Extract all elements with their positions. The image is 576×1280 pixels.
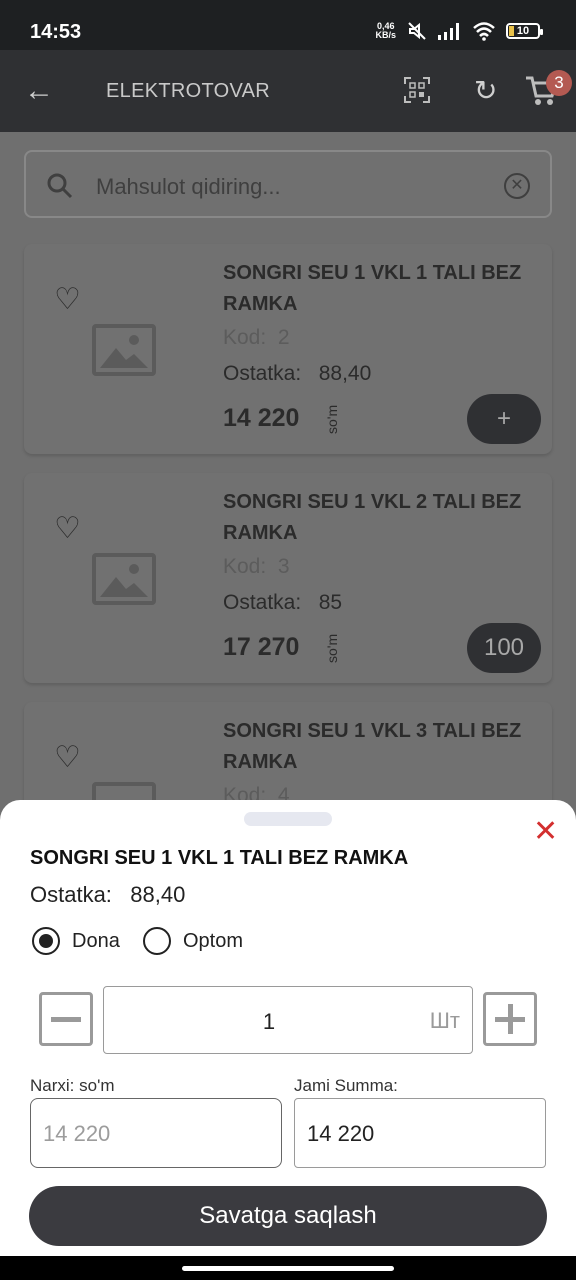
radio-optom-circle[interactable] (143, 927, 171, 955)
product-name: SONGRI SEU 1 VKL 3 TALI BEZ RAMKA (223, 720, 522, 773)
favorite-heart-icon[interactable]: ♡ (54, 282, 81, 317)
price-value[interactable]: 14 220 (43, 1121, 110, 1147)
clear-search-icon[interactable]: ✕ (504, 173, 530, 199)
price-label: Narxi: so'm (30, 1076, 115, 1095)
home-indicator[interactable] (182, 1266, 394, 1271)
battery-icon: 10 (506, 23, 543, 39)
net-speed: 0,46 KB/s (375, 21, 396, 40)
add-to-cart-sheet: ✕ SONGRI SEU 1 VKL 1 TALI BEZ RAMKA Osta… (0, 800, 576, 1256)
status-time: 14:53 (30, 21, 82, 43)
sheet-drag-handle[interactable] (244, 812, 332, 826)
total-label: Jami Summa: (294, 1076, 398, 1095)
refresh-icon[interactable]: ↻ (474, 74, 497, 107)
save-to-cart-button[interactable]: Savatga saqlash (29, 1186, 547, 1246)
product-price: 14 220 (223, 404, 300, 432)
product-stock: Ostatka: 88,40 (223, 362, 372, 385)
total-field[interactable]: 14 220 (294, 1098, 546, 1168)
radio-dona-circle[interactable] (32, 927, 60, 955)
currency-label: so'm (324, 633, 340, 663)
close-icon[interactable]: ✕ (533, 814, 558, 849)
page-title: ELEKTROTOVAR (106, 80, 271, 102)
product-card[interactable]: ♡ SONGRI SEU 1 VKL 2 TALI BEZ RAMKA Kod:… (24, 473, 552, 683)
image-placeholder-icon (92, 324, 156, 376)
plus-icon-v (508, 1004, 513, 1034)
status-bar: 14:53 0,46 KB/s 10 (0, 0, 576, 50)
product-code: Kod: 3 (223, 555, 290, 578)
sheet-product-name: SONGRI SEU 1 VKL 1 TALI BEZ RAMKA (30, 847, 409, 869)
quantity-field[interactable]: 1 Шт (103, 986, 473, 1054)
search-bar[interactable]: Mahsulot qidiring... ✕ (24, 150, 552, 218)
cart-count-badge: 3 (546, 70, 572, 96)
favorite-heart-icon[interactable]: ♡ (54, 740, 81, 775)
back-arrow-icon[interactable]: ← (24, 74, 54, 108)
quantity-value[interactable]: 1 (104, 1009, 434, 1035)
quantity-unit: Шт (429, 1008, 460, 1033)
product-code: Kod: 2 (223, 326, 290, 349)
status-icons: 0,46 KB/s 10 (375, 20, 543, 42)
signal-icon (438, 23, 459, 40)
wifi-icon (473, 22, 495, 41)
price-field[interactable]: 14 220 (30, 1098, 282, 1168)
radio-optom[interactable]: Optom (143, 927, 243, 955)
radio-dona-label: Dona (72, 929, 120, 952)
currency-label: so'm (324, 404, 340, 434)
mute-icon (408, 22, 426, 40)
product-name: SONGRI SEU 1 VKL 2 TALI BEZ RAMKA (223, 491, 522, 544)
qr-scan-icon[interactable] (404, 77, 430, 103)
product-stock: Ostatka: 85 (223, 591, 343, 614)
search-input[interactable]: Mahsulot qidiring... (96, 174, 281, 200)
product-name: SONGRI SEU 1 VKL 1 TALI BEZ RAMKA (223, 262, 522, 315)
app-bar: ← ELEKTROTOVAR ↻ 3 (0, 50, 576, 132)
system-nav-bar (0, 1256, 576, 1280)
sheet-stock: Ostatka: 88,40 (30, 882, 186, 907)
radio-dona[interactable]: Dona (32, 927, 120, 955)
decrement-button[interactable] (39, 992, 93, 1046)
total-value[interactable]: 14 220 (307, 1121, 374, 1147)
favorite-heart-icon[interactable]: ♡ (54, 511, 81, 546)
radio-optom-label: Optom (183, 929, 244, 952)
image-placeholder-icon (92, 553, 156, 605)
increment-button[interactable] (483, 992, 537, 1046)
minus-icon (51, 1017, 81, 1022)
product-price: 17 270 (223, 633, 300, 661)
cart-quantity-button[interactable]: 100 (467, 623, 541, 673)
search-icon (47, 173, 73, 199)
product-card[interactable]: ♡ SONGRI SEU 1 VKL 1 TALI BEZ RAMKA Kod:… (24, 244, 552, 454)
add-to-cart-button[interactable]: + (467, 394, 541, 444)
